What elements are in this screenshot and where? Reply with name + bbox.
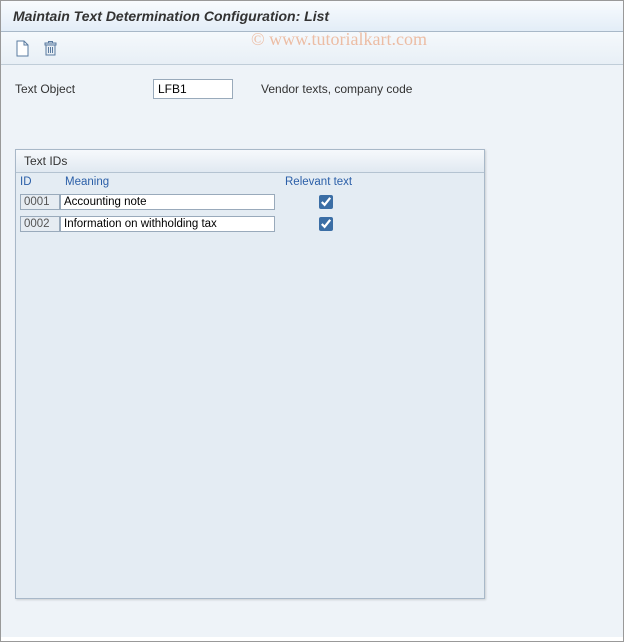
text-object-row: Text Object Vendor texts, company code <box>15 79 609 99</box>
new-document-button[interactable] <box>11 37 33 59</box>
column-header-relevant: Relevant text <box>285 176 405 188</box>
content-area: Text Object Vendor texts, company code T… <box>1 65 623 637</box>
id-cell-input[interactable] <box>20 216 60 232</box>
grid-header-row: ID Meaning Relevant text <box>16 173 484 191</box>
text-object-input[interactable] <box>153 79 233 99</box>
text-object-label: Text Object <box>15 82 145 96</box>
page-icon <box>15 40 30 57</box>
relevant-checkbox[interactable] <box>319 217 333 231</box>
delete-button[interactable] <box>39 37 61 59</box>
toolbar <box>1 32 623 65</box>
text-ids-panel: Text IDs ID Meaning Relevant text <box>15 149 485 599</box>
panel-title: Text IDs <box>16 150 484 173</box>
table-row <box>16 191 484 213</box>
relevant-checkbox[interactable] <box>319 195 333 209</box>
page-title: Maintain Text Determination Configuratio… <box>13 8 329 24</box>
text-object-description: Vendor texts, company code <box>261 82 412 96</box>
text-ids-grid: ID Meaning Relevant text <box>16 173 484 235</box>
table-row <box>16 213 484 235</box>
meaning-cell-input[interactable] <box>60 216 275 232</box>
column-header-id: ID <box>20 176 65 188</box>
column-header-meaning: Meaning <box>65 176 285 188</box>
window-title-bar: Maintain Text Determination Configuratio… <box>1 1 623 32</box>
id-cell-input[interactable] <box>20 194 60 210</box>
trash-icon <box>43 40 58 57</box>
meaning-cell-input[interactable] <box>60 194 275 210</box>
